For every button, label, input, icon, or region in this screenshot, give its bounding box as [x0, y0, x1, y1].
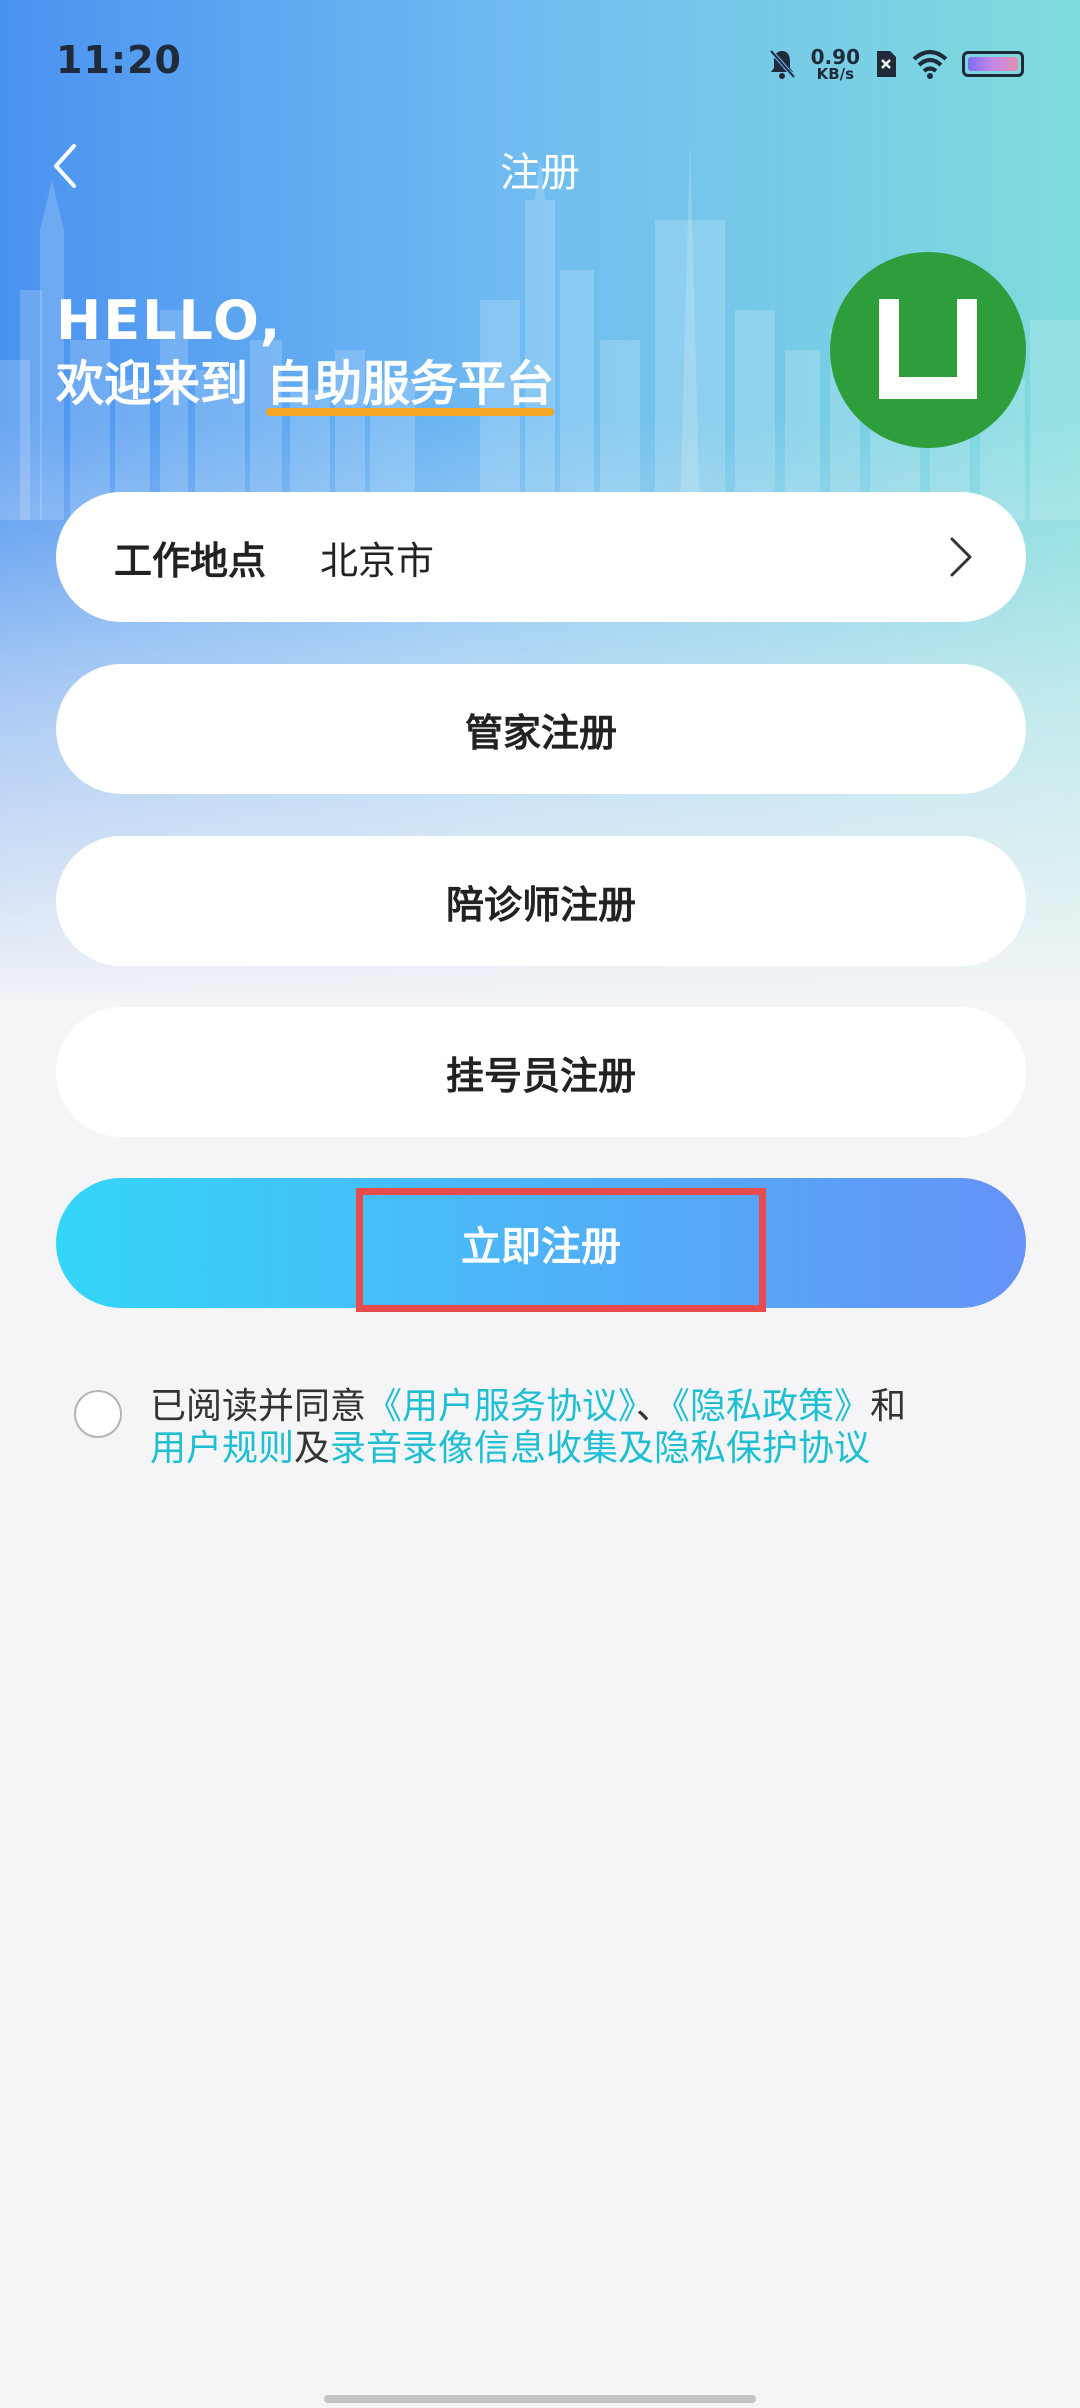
- greeting-platform: 自助服务平台: [266, 352, 555, 416]
- nav-bar: 注册: [0, 120, 1080, 210]
- privacy-policy-link[interactable]: 《隐私政策》: [672, 1386, 870, 1427]
- user-rules-link[interactable]: 用户规则: [150, 1428, 294, 1469]
- battery-level: [968, 57, 1018, 71]
- network-speed-unit: KB/s: [816, 64, 855, 83]
- agreement-separator: 、: [636, 1386, 673, 1427]
- logo-u-icon: [879, 299, 977, 399]
- greeting-welcome: 欢迎来到: [56, 356, 249, 412]
- home-indicator[interactable]: [324, 2395, 756, 2403]
- work-location-label: 工作地点: [114, 538, 267, 583]
- network-speed: 0.90 KB/s: [811, 47, 860, 82]
- agreement-prefix: 已阅读并同意: [150, 1386, 367, 1427]
- agreement-checkbox[interactable]: [74, 1390, 122, 1438]
- recording-privacy-agreement-link[interactable]: 录音录像信息收集及隐私保护协议: [330, 1428, 870, 1469]
- steward-register-button[interactable]: 管家注册: [56, 664, 1026, 794]
- chevron-right-icon: [950, 537, 972, 577]
- greeting-welcome-line: 欢迎来到 自助服务平台: [56, 352, 555, 416]
- greeting-hello: HELLO,: [56, 289, 283, 352]
- user-service-agreement-link[interactable]: 《用户服务协议》: [366, 1386, 636, 1427]
- greeting: HELLO, 欢迎来到 自助服务平台: [56, 289, 555, 416]
- agreement-and: 和: [870, 1386, 907, 1427]
- network-speed-value: 0.90: [810, 44, 860, 69]
- status-icons: 0.90 KB/s: [767, 40, 1024, 88]
- register-now-button[interactable]: 立即注册: [56, 1178, 1026, 1308]
- page-title: 注册: [500, 150, 580, 196]
- app-logo: [830, 252, 1026, 448]
- greeting-platform-text: 自助服务平台: [266, 356, 555, 412]
- work-location-value: 北京市: [320, 538, 435, 583]
- registrar-register-button[interactable]: 挂号员注册: [56, 1007, 1026, 1137]
- escort-register-button[interactable]: 陪诊师注册: [56, 836, 1026, 966]
- sim-x-icon: [877, 51, 896, 77]
- status-bar: 11:20 0.90 KB/s: [0, 0, 1080, 120]
- wifi-icon: [912, 50, 948, 79]
- agreement-and2: 及: [294, 1428, 331, 1469]
- mute-bell-icon: [769, 49, 796, 79]
- agreement-text: 已阅读并同意《用户服务协议》、《隐私政策》和用户规则及录音录像信息收集及隐私保护…: [150, 1386, 1080, 1470]
- battery-icon: [962, 51, 1024, 77]
- work-location-selector[interactable]: 工作地点 北京市: [56, 492, 1026, 622]
- status-time: 11:20: [56, 38, 182, 82]
